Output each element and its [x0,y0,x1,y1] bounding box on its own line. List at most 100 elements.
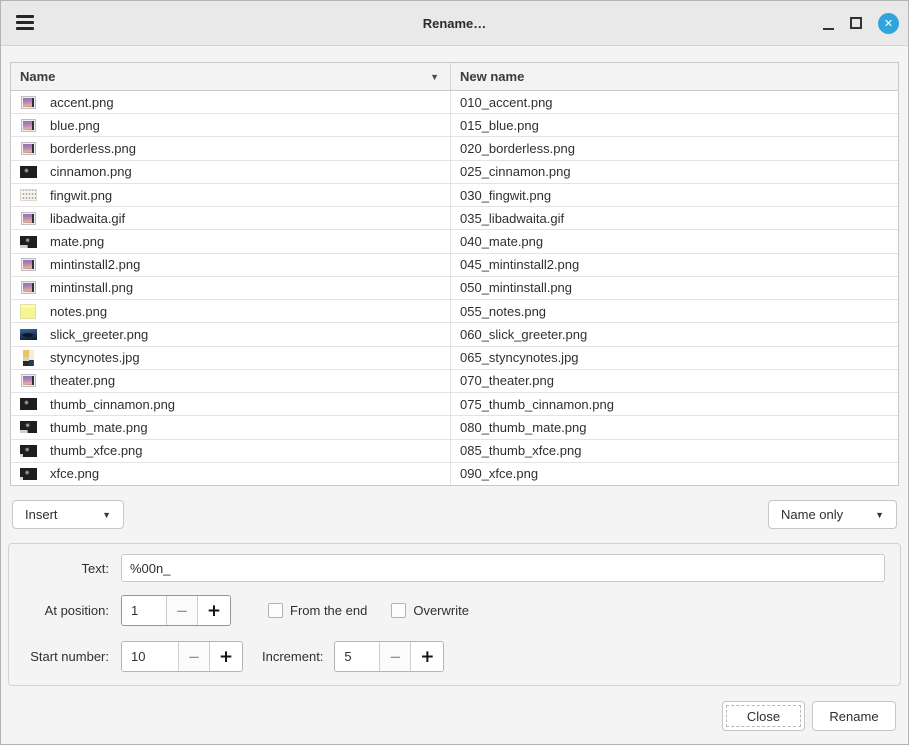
cell-new-name: 025_cinnamon.png [451,161,898,183]
chevron-down-icon: ▼ [102,510,111,520]
start-number-increment-button[interactable]: + [210,642,242,671]
from-the-end-checkbox-item[interactable]: From the end [268,603,367,618]
file-thumbnail-icon [19,468,37,480]
current-file-name: cinnamon.png [50,164,132,179]
cell-new-name: 050_mintinstall.png [451,277,898,299]
new-file-name: 025_cinnamon.png [460,164,571,179]
table-row[interactable]: styncynotes.jpg 065_styncynotes.jpg [11,347,898,370]
current-file-name: libadwaita.gif [50,211,125,226]
close-window-button[interactable]: ✕ [878,13,899,34]
cell-current-name: thumb_cinnamon.png [11,393,451,415]
cell-current-name: mate.png [11,230,451,252]
table-row[interactable]: slick_greeter.png 060_slick_greeter.png [11,323,898,346]
file-thumbnail-icon [19,236,37,248]
table-row[interactable]: accent.png 010_accent.png [11,91,898,114]
current-file-name: thumb_cinnamon.png [50,397,175,412]
cell-current-name: libadwaita.gif [11,207,451,229]
new-file-name: 045_mintinstall2.png [460,257,579,272]
table-row[interactable]: mintinstall2.png 045_mintinstall2.png [11,254,898,277]
table-row[interactable]: blue.png 015_blue.png [11,114,898,137]
cell-current-name: fingwit.png [11,184,451,206]
file-thumbnail-icon [19,445,37,457]
current-file-name: thumb_mate.png [50,420,148,435]
table-row[interactable]: xfce.png 090_xfce.png [11,463,898,485]
table-row[interactable]: borderless.png 020_borderless.png [11,137,898,160]
cell-current-name: thumb_xfce.png [11,440,451,462]
table-row[interactable]: thumb_cinnamon.png 075_thumb_cinnamon.pn… [11,393,898,416]
titlebar: Rename… ✕ [0,0,909,46]
from-the-end-checkbox[interactable] [268,603,283,618]
increment-decrement-button[interactable]: − [380,642,411,671]
current-file-name: slick_greeter.png [50,327,148,342]
cell-new-name: 035_libadwaita.gif [451,207,898,229]
file-thumbnail-icon [19,212,37,225]
table-row[interactable]: notes.png 055_notes.png [11,300,898,323]
file-thumbnail-icon [19,166,37,178]
start-number-decrement-button[interactable]: − [179,642,210,671]
file-thumbnail-icon [19,142,37,155]
increment-spinner: − + [334,641,444,672]
file-thumbnail-icon [19,304,37,319]
cell-new-name: 090_xfce.png [451,463,898,485]
minimize-button[interactable] [823,17,834,30]
file-table-body: accent.png 010_accent.png blue.png 015_b… [11,91,898,485]
file-thumbnail-icon [19,374,37,387]
cell-current-name: borderless.png [11,137,451,159]
new-file-name: 030_fingwit.png [460,188,551,203]
current-file-name: thumb_xfce.png [50,443,143,458]
insert-text-input[interactable] [121,554,885,582]
scope-dropdown-button[interactable]: Name only ▼ [768,500,897,529]
cell-new-name: 085_thumb_xfce.png [451,440,898,462]
at-position-input[interactable] [122,596,167,625]
current-file-name: styncynotes.jpg [50,350,140,365]
column-header-name[interactable]: Name ▼ [11,63,451,90]
cell-new-name: 020_borderless.png [451,137,898,159]
column-header-new-name[interactable]: New name [451,63,898,90]
table-row[interactable]: mate.png 040_mate.png [11,230,898,253]
new-file-name: 050_mintinstall.png [460,280,572,295]
maximize-button[interactable] [850,17,862,29]
cell-new-name: 010_accent.png [451,91,898,113]
new-file-name: 080_thumb_mate.png [460,420,586,435]
table-row[interactable]: libadwaita.gif 035_libadwaita.gif [11,207,898,230]
table-row[interactable]: thumb_mate.png 080_thumb_mate.png [11,416,898,439]
current-file-name: theater.png [50,373,115,388]
increment-increment-button[interactable]: + [411,642,443,671]
cell-current-name: styncynotes.jpg [11,347,451,369]
new-file-name: 015_blue.png [460,118,539,133]
new-file-name: 035_libadwaita.gif [460,211,564,226]
table-row[interactable]: theater.png 070_theater.png [11,370,898,393]
cell-new-name: 080_thumb_mate.png [451,416,898,438]
file-thumbnail-icon [19,189,37,201]
cell-new-name: 045_mintinstall2.png [451,254,898,276]
insert-dropdown-button[interactable]: Insert ▼ [12,500,124,529]
insert-options-panel: Text: At position: − + From the end Over… [8,543,901,686]
close-button[interactable]: Close [722,701,805,731]
overwrite-checkbox[interactable] [391,603,406,618]
file-thumbnail-icon [19,119,37,132]
cell-new-name: 070_theater.png [451,370,898,392]
table-row[interactable]: fingwit.png 030_fingwit.png [11,184,898,207]
start-number-spinner: − + [121,641,243,672]
cell-new-name: 065_styncynotes.jpg [451,347,898,369]
increment-input[interactable] [335,642,380,671]
window-title: Rename… [0,0,909,46]
current-file-name: mintinstall2.png [50,257,140,272]
from-the-end-label: From the end [290,603,367,618]
at-position-decrement-button[interactable]: − [167,596,198,625]
file-thumbnail-icon [19,398,37,410]
new-file-name: 010_accent.png [460,95,553,110]
current-file-name: mintinstall.png [50,280,133,295]
start-number-input[interactable] [122,642,179,671]
cell-new-name: 030_fingwit.png [451,184,898,206]
table-row[interactable]: cinnamon.png 025_cinnamon.png [11,161,898,184]
overwrite-checkbox-item[interactable]: Overwrite [391,603,469,618]
rename-button[interactable]: Rename [812,701,896,731]
at-position-increment-button[interactable]: + [198,596,230,625]
text-field-label: Text: [9,561,109,576]
table-row[interactable]: mintinstall.png 050_mintinstall.png [11,277,898,300]
current-file-name: fingwit.png [50,188,112,203]
overwrite-label: Overwrite [413,603,469,618]
table-row[interactable]: thumb_xfce.png 085_thumb_xfce.png [11,440,898,463]
chevron-down-icon: ▼ [875,510,884,520]
